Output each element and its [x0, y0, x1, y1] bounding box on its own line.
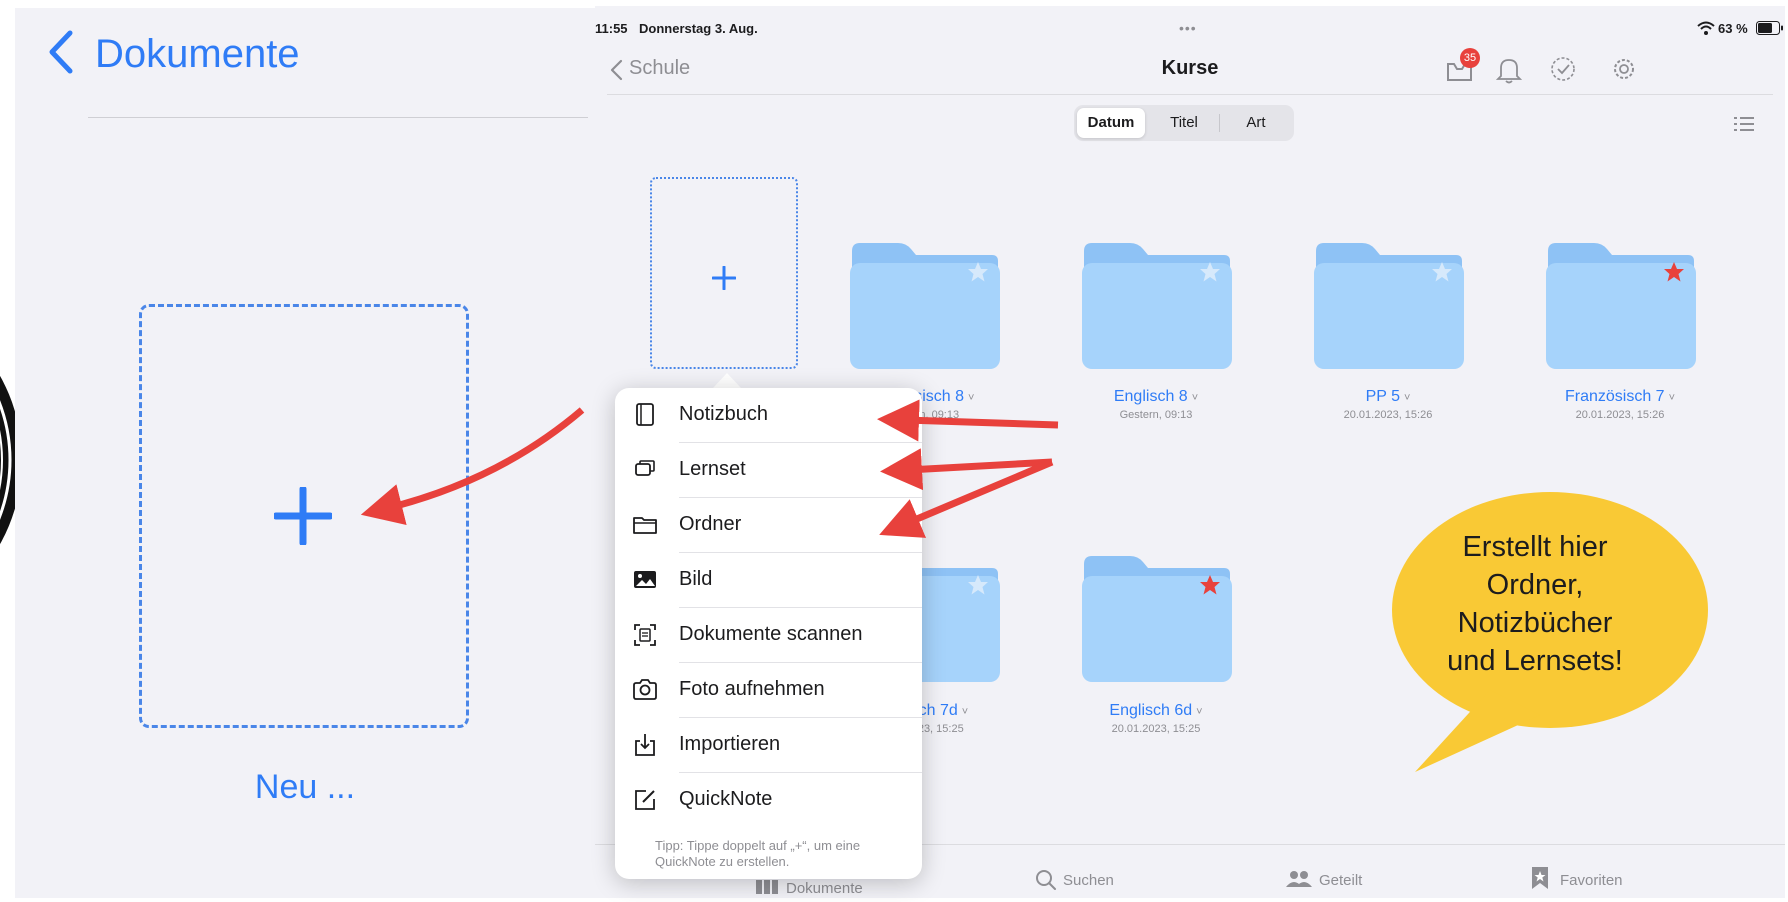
arrow-to-notizbuch: [877, 399, 1059, 442]
arrow-to-plus: [360, 407, 585, 525]
bubble-line: Ordner,: [1486, 569, 1584, 601]
bubble-line: Erstellt hier: [1462, 531, 1608, 563]
bubble-line: Notizbücher: [1457, 607, 1613, 639]
bubble-line: und Lernsets!: [1447, 645, 1623, 677]
speech-bubble-text: Erstellt hier Ordner, Notizbücher und Le…: [1410, 528, 1660, 680]
